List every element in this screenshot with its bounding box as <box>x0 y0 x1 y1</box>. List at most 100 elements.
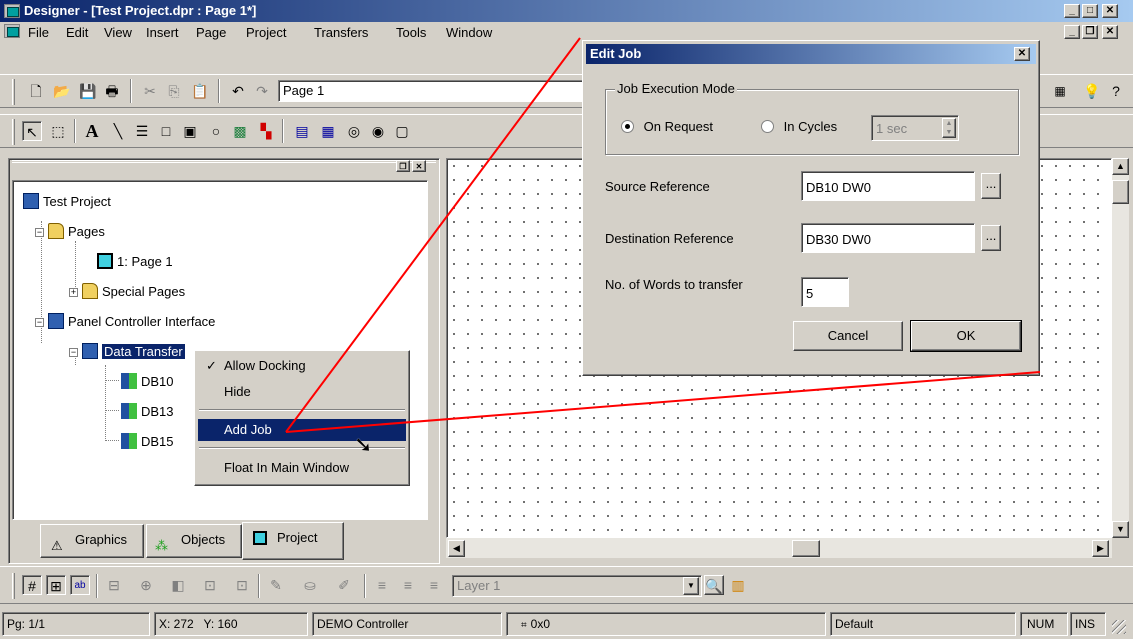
f1-key-icon[interactable]: ▤ <box>292 121 312 141</box>
lines-icon[interactable]: ☰ <box>132 121 152 141</box>
grid-icon[interactable]: # <box>22 575 42 595</box>
panel-close-button[interactable]: ✕ <box>412 160 426 172</box>
words-to-transfer-input[interactable]: 5 <box>801 277 849 307</box>
radio-in-cycles[interactable]: In Cycles <box>761 119 837 134</box>
align-right-icon[interactable]: ≡ <box>424 575 444 595</box>
help-icon[interactable]: ? <box>1106 81 1126 101</box>
collapse-icon[interactable]: − <box>69 348 78 357</box>
menu-item-float-in-main-window[interactable]: Float In Main Window <box>198 457 406 479</box>
bitmap-icon[interactable]: ▩ <box>230 121 250 141</box>
tree-item-panel-controller[interactable]: − Panel Controller Interface <box>35 313 215 331</box>
menu-insert[interactable]: Insert <box>146 25 179 40</box>
snap-icon[interactable]: ⊞ <box>46 575 66 595</box>
indicator-icon[interactable]: ◎ <box>344 121 364 141</box>
tree-item-special-pages[interactable]: + Special Pages <box>69 283 185 301</box>
hscroll-thumb[interactable] <box>792 540 820 557</box>
mdi-restore-button[interactable]: ❐ <box>1082 25 1098 39</box>
menu-window[interactable]: Window <box>446 25 492 40</box>
dialog-close-button[interactable]: ✕ <box>1014 47 1030 61</box>
source-reference-input[interactable]: DB10 DW0 <box>801 171 975 201</box>
tree-item-pages[interactable]: − Pages <box>35 223 105 241</box>
mdi-minimize-button[interactable]: _ <box>1064 25 1080 39</box>
radio-on-request[interactable]: On Request <box>621 119 713 134</box>
menu-page[interactable]: Page <box>196 25 226 40</box>
panel-grip[interactable] <box>12 160 436 174</box>
tab-graphics[interactable]: ⚠ Graphics <box>40 524 144 558</box>
new-icon[interactable]: 🗋 <box>26 81 46 101</box>
tab-project[interactable]: Project <box>242 522 344 560</box>
collapse-icon[interactable]: − <box>35 228 44 237</box>
resize-grip-icon[interactable] <box>1112 620 1126 634</box>
app-icon[interactable] <box>4 4 20 18</box>
color-icon[interactable]: ▚ <box>256 121 276 141</box>
ab-text-icon[interactable]: ab <box>70 575 90 595</box>
menu-transfers[interactable]: Transfers <box>314 25 368 40</box>
mdi-close-button[interactable]: ✕ <box>1102 25 1118 39</box>
line-style-icon[interactable]: ✐ <box>334 575 354 595</box>
horizontal-scrollbar[interactable]: ◀ ▶ <box>446 538 1112 558</box>
undo-icon[interactable]: ↶ <box>228 81 248 101</box>
layer-view-icon[interactable]: 🔍 <box>704 575 724 595</box>
order-icon[interactable]: ◧ <box>168 575 188 595</box>
line-icon[interactable]: ╲ <box>108 121 128 141</box>
frame-icon[interactable]: ▣ <box>180 121 200 141</box>
tree-item-job-db13[interactable]: DB13 <box>121 403 174 421</box>
copy-icon[interactable]: ⎘ <box>164 81 184 101</box>
scroll-thumb[interactable] <box>1112 180 1129 204</box>
ungroup-icon[interactable]: ⊡ <box>232 575 252 595</box>
print-icon[interactable]: 🖶 <box>102 81 122 101</box>
redo-icon[interactable]: ↷ <box>252 81 272 101</box>
layer-book-icon[interactable]: ▥ <box>728 575 748 595</box>
open-icon[interactable]: 📂 <box>52 81 72 101</box>
rectangle-icon[interactable]: □ <box>156 121 176 141</box>
tree-item-data-transfer[interactable]: − Data Transfer <box>69 343 185 361</box>
menu-item-add-job[interactable]: Add Job <box>198 419 406 441</box>
vertical-scrollbar[interactable]: ▲ ▼ <box>1112 158 1129 538</box>
line-color-icon[interactable]: ✎ <box>266 575 286 595</box>
maximize-button[interactable]: □ <box>1082 4 1098 18</box>
collapse-icon[interactable]: − <box>35 318 44 327</box>
tree-item-page1[interactable]: 1: Page 1 <box>97 253 173 271</box>
align-left-icon[interactable]: ≡ <box>372 575 392 595</box>
menu-view[interactable]: View <box>104 25 132 40</box>
menu-item-hide[interactable]: Hide <box>198 381 406 403</box>
text-icon[interactable]: A <box>82 121 102 141</box>
align-center-icon[interactable]: ≡ <box>398 575 418 595</box>
paste-icon[interactable]: 📋 <box>190 81 210 101</box>
document-icon[interactable] <box>4 24 20 38</box>
frame-button-icon[interactable]: ▢ <box>392 121 412 141</box>
save-icon[interactable]: 💾 <box>78 81 98 101</box>
menu-tools[interactable]: Tools <box>396 25 426 40</box>
ellipse-icon[interactable]: ○ <box>206 121 226 141</box>
ok-button[interactable]: OK <box>910 320 1022 352</box>
fill-color-icon[interactable]: ⛀ <box>300 575 320 595</box>
tree-item-job-db10[interactable]: DB10 <box>121 373 174 391</box>
menu-project[interactable]: Project <box>246 25 286 40</box>
screen-icon[interactable]: ▦ <box>1050 81 1070 101</box>
group-icon[interactable]: ⊡ <box>200 575 220 595</box>
menu-item-allow-docking[interactable]: ✓ Allow Docking <box>198 355 406 377</box>
button-icon[interactable]: ▦ <box>318 121 338 141</box>
destination-reference-input[interactable]: DB30 DW0 <box>801 223 975 253</box>
select-rect-icon[interactable]: ⬚ <box>48 121 68 141</box>
tree-item-job-db15[interactable]: DB15 <box>121 433 174 451</box>
menu-file[interactable]: File <box>28 25 49 40</box>
cancel-button[interactable]: Cancel <box>793 321 903 351</box>
cut-icon[interactable]: ✂ <box>140 81 160 101</box>
align-icon[interactable]: ⊟ <box>104 575 124 595</box>
tree-item-test-project[interactable]: Test Project <box>23 193 111 211</box>
close-button[interactable]: ✕ <box>1102 4 1118 18</box>
scroll-right-button[interactable]: ▶ <box>1092 540 1109 557</box>
expand-icon[interactable]: + <box>69 288 78 297</box>
destination-browse-button[interactable]: ... <box>981 225 1001 251</box>
menu-edit[interactable]: Edit <box>66 25 88 40</box>
scroll-down-button[interactable]: ▼ <box>1112 521 1129 538</box>
pointer-icon[interactable]: ↖ <box>22 121 42 141</box>
scroll-left-button[interactable]: ◀ <box>448 540 465 557</box>
toolbar-grip[interactable] <box>12 79 15 105</box>
page-combo[interactable]: Page 1 <box>278 80 584 102</box>
distribute-icon[interactable]: ⊕ <box>136 575 156 595</box>
panel-restore-button[interactable]: ❐ <box>396 160 410 172</box>
lamp-icon[interactable]: ◉ <box>368 121 388 141</box>
toolbar-grip[interactable] <box>12 119 15 145</box>
